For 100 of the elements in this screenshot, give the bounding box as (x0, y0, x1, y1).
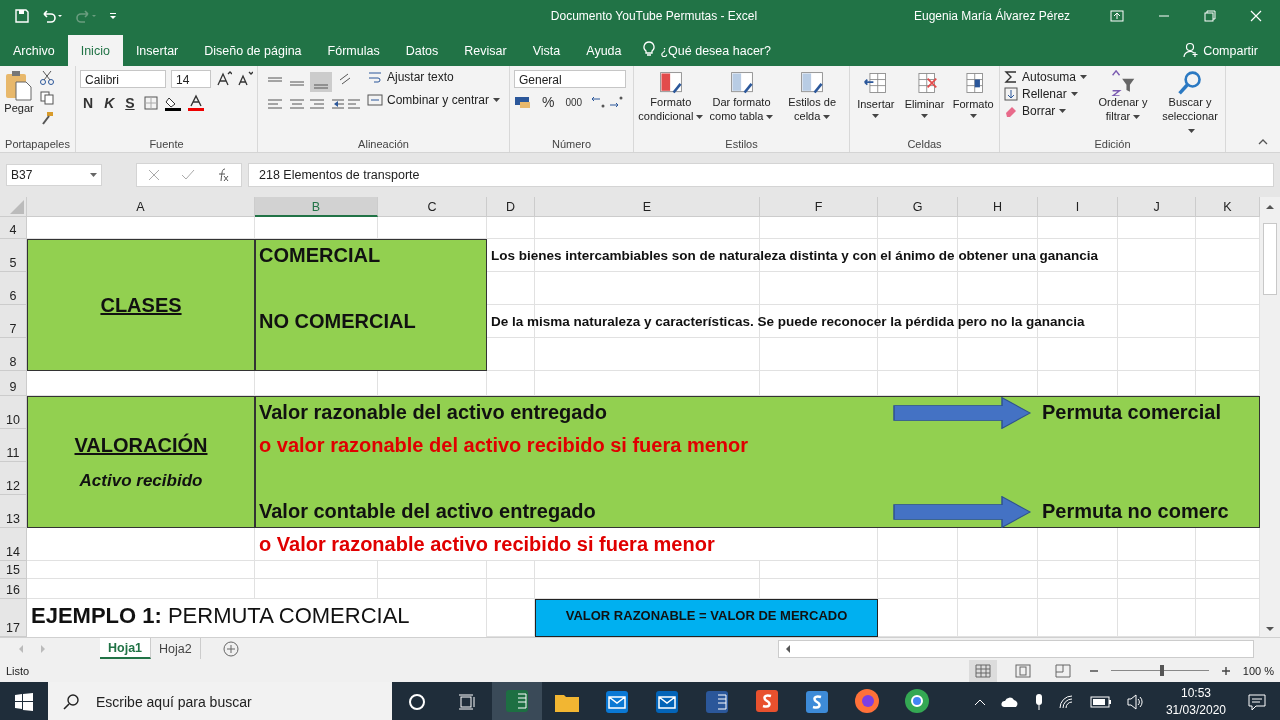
sheet-tab[interactable]: Hoja1 (100, 638, 152, 659)
column-header[interactable]: A (27, 197, 255, 217)
row-header[interactable]: 17 (0, 599, 27, 637)
spreadsheet-cell[interactable] (1118, 579, 1196, 599)
copy-icon[interactable] (39, 90, 55, 106)
ribbon-tab[interactable]: Fórmulas (314, 36, 393, 66)
row-header[interactable]: 6 (0, 272, 27, 305)
ribbon-tab[interactable]: Diseño de página (191, 36, 315, 66)
wrap-text-button[interactable]: Ajustar texto (367, 70, 501, 84)
spreadsheet-cell[interactable] (487, 561, 535, 579)
row-header[interactable]: 5 (0, 239, 27, 272)
ribbon-tab[interactable]: Archivo (0, 36, 68, 66)
close-icon[interactable] (1250, 10, 1262, 22)
row-header[interactable]: 4 (0, 217, 27, 239)
spreadsheet-cell[interactable] (27, 579, 255, 599)
redo-icon[interactable] (74, 8, 98, 24)
task-view-icon[interactable] (458, 693, 476, 711)
row-header[interactable]: 16 (0, 579, 27, 599)
spreadsheet-cell[interactable] (535, 561, 760, 579)
spreadsheet-cell[interactable] (878, 272, 958, 305)
percent-button[interactable]: % (539, 94, 558, 110)
next-sheet-icon[interactable] (38, 643, 48, 654)
spreadsheet-cell[interactable] (1038, 338, 1118, 371)
spreadsheet-cell[interactable] (958, 561, 1038, 579)
battery-icon[interactable] (1089, 696, 1112, 708)
spreadsheet-cell[interactable] (1038, 272, 1118, 305)
bold-button[interactable]: N (80, 95, 97, 111)
ribbon-tab[interactable]: Revisar (451, 36, 520, 66)
italic-button[interactable]: K (101, 95, 118, 111)
formula-field[interactable]: 218 Elementos de transporte (248, 163, 1274, 187)
taskbar-search-field[interactable]: Escribe aquí para buscar (48, 682, 392, 720)
cells-button[interactable]: Formato (951, 70, 995, 118)
select-all-icon[interactable] (10, 200, 24, 214)
spreadsheet-cell[interactable] (958, 272, 1038, 305)
font-name-field[interactable]: Calibri (80, 70, 166, 88)
font-color-icon[interactable] (186, 94, 205, 112)
row-header[interactable]: 9 (0, 371, 27, 396)
row-header[interactable]: 10 (0, 396, 27, 429)
spreadsheet-cell[interactable] (487, 217, 535, 239)
save-icon[interactable] (14, 8, 30, 24)
spreadsheet-cell[interactable] (878, 338, 958, 371)
row-header[interactable]: 15 (0, 561, 27, 579)
volume-icon[interactable] (1125, 694, 1144, 710)
underline-button[interactable]: S (122, 95, 138, 111)
ribbon-tab[interactable]: Ayuda (573, 36, 635, 66)
fill-button[interactable]: Rellenar (1004, 87, 1088, 101)
notifications-icon[interactable] (1248, 693, 1266, 711)
name-box[interactable]: B37 (6, 164, 102, 186)
spreadsheet-cell[interactable] (535, 272, 760, 305)
autosum-button[interactable]: Autosuma (1004, 70, 1088, 84)
row-header[interactable]: 12 (0, 462, 27, 495)
spreadsheet-cell[interactable] (535, 217, 760, 239)
spreadsheet-cell[interactable] (958, 239, 1038, 272)
windows-start-icon[interactable] (15, 693, 33, 711)
thousands-button[interactable]: 000 (562, 96, 586, 108)
row-header[interactable]: 11 (0, 429, 27, 462)
spreadsheet-cell[interactable] (760, 561, 878, 579)
spreadsheet-cell[interactable] (255, 561, 378, 579)
row-header[interactable]: 7 (0, 305, 27, 338)
spreadsheet-cell[interactable] (1118, 305, 1196, 338)
spreadsheet-cell[interactable] (1118, 561, 1196, 579)
spreadsheet-cell[interactable] (1118, 272, 1196, 305)
ribbon-tab[interactable]: Vista (519, 36, 574, 66)
spreadsheet-cell[interactable] (760, 338, 878, 371)
clear-button[interactable]: Borrar (1004, 104, 1088, 118)
spreadsheet-cell[interactable] (378, 561, 487, 579)
cancel-icon[interactable] (147, 169, 160, 181)
styles-button[interactable]: Formato condicional (638, 70, 704, 124)
tell-me-field[interactable]: ¿Qué desea hacer? (660, 36, 771, 66)
cut-icon[interactable] (39, 70, 55, 86)
zoom-in-icon[interactable] (1220, 665, 1231, 676)
share-button[interactable]: Compartir (1199, 36, 1264, 66)
column-header[interactable]: C (378, 197, 487, 217)
column-header[interactable]: J (1118, 197, 1196, 217)
column-header[interactable]: I (1038, 197, 1118, 217)
row-header[interactable]: 13 (0, 495, 27, 528)
ribbon-tab[interactable]: Datos (392, 36, 452, 66)
clock-time[interactable]: 10:53 (1180, 685, 1211, 702)
cortana-icon[interactable] (408, 693, 426, 711)
spreadsheet-cell[interactable] (878, 239, 958, 272)
borders-icon[interactable] (142, 95, 159, 111)
spreadsheet-cell[interactable] (27, 561, 255, 579)
zoom-level[interactable]: 100 % (1242, 664, 1274, 677)
spreadsheet-cell[interactable] (878, 579, 958, 599)
normal-view-icon[interactable] (968, 659, 997, 682)
ribbon-tab[interactable]: Insertar (122, 36, 192, 66)
spreadsheet-cell[interactable] (1118, 217, 1196, 239)
find-select-button[interactable]: Buscar y seleccionar (1159, 70, 1221, 138)
spreadsheet-cell[interactable] (760, 272, 878, 305)
column-header[interactable]: E (535, 197, 760, 217)
spreadsheet-cell[interactable] (878, 217, 958, 239)
spreadsheet-cell[interactable] (958, 217, 1038, 239)
undo-icon[interactable] (40, 8, 64, 24)
microphone-icon[interactable] (1033, 693, 1044, 711)
number-format-field[interactable]: General (514, 70, 626, 88)
clock-date[interactable]: 31/03/2020 (1165, 702, 1226, 719)
styles-button[interactable]: Estilos de celda (779, 70, 845, 124)
spreadsheet-cell[interactable] (255, 579, 378, 599)
restore-icon[interactable] (1204, 10, 1216, 22)
spreadsheet-cell[interactable] (1038, 239, 1118, 272)
